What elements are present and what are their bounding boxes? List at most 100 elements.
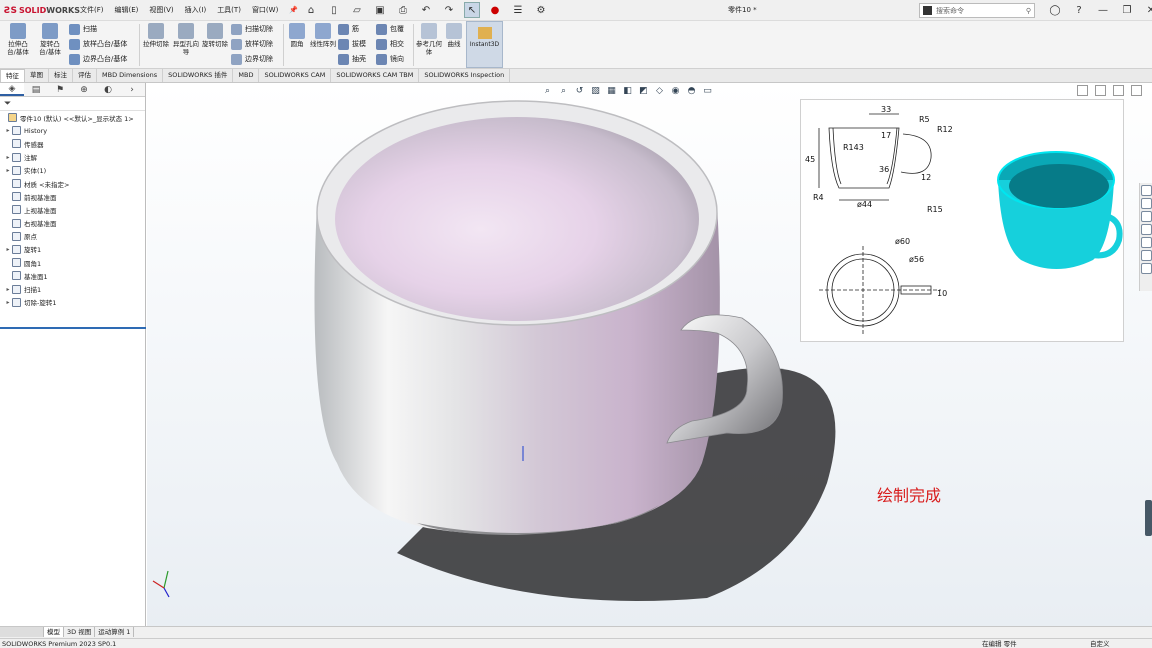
menu-view[interactable]: 视图(V) bbox=[149, 4, 173, 17]
tab-markup[interactable]: 标注 bbox=[49, 69, 73, 82]
instant3d-button[interactable]: Instant3D bbox=[466, 21, 503, 68]
redo-icon[interactable]: ↷ bbox=[441, 2, 457, 18]
tree-item-origin[interactable]: 原点 bbox=[0, 230, 145, 243]
linear-pattern-button[interactable]: 线性阵列 bbox=[309, 23, 337, 48]
extrude-cut-button[interactable]: 拉伸切除 bbox=[142, 23, 170, 48]
revolve-cut-icon bbox=[207, 23, 223, 39]
tree-item-sweep1[interactable]: ▸ 扫描1 bbox=[0, 282, 145, 295]
display-manager-tab-icon[interactable]: ◐ bbox=[96, 83, 120, 96]
tab-scroll-arrows[interactable] bbox=[0, 627, 44, 637]
menu-insert[interactable]: 插入(I) bbox=[185, 4, 207, 17]
undo-icon[interactable]: ↶ bbox=[418, 2, 434, 18]
print-icon[interactable]: ⎙ bbox=[395, 2, 411, 18]
panel-expand-icon[interactable]: › bbox=[120, 83, 144, 96]
tab-3d-views[interactable]: 3D 视图 bbox=[64, 627, 96, 637]
open-icon[interactable]: ▱ bbox=[349, 2, 365, 18]
boundary-cut-button[interactable]: 边界切除 bbox=[231, 52, 273, 66]
mirror-button[interactable]: 镜向 bbox=[376, 52, 404, 66]
task-pane-properties-icon[interactable] bbox=[1141, 263, 1152, 274]
fillet-button[interactable]: 圆角 bbox=[283, 23, 311, 48]
sweep-button[interactable]: 扫描 bbox=[69, 22, 97, 36]
boundary-boss-button[interactable]: 边界凸台/基体 bbox=[69, 52, 127, 66]
help-icon[interactable]: ? bbox=[1070, 3, 1088, 18]
intersect-button[interactable]: 相交 bbox=[376, 37, 404, 51]
save-icon[interactable]: ▣ bbox=[372, 2, 388, 18]
tab-sketch[interactable]: 草图 bbox=[25, 69, 49, 82]
tree-item-top-plane[interactable]: 上视基准面 bbox=[0, 203, 145, 216]
options-gear-icon[interactable]: ⚙ bbox=[533, 2, 549, 18]
revolve-cut-button[interactable]: 旋转切除 bbox=[201, 23, 229, 48]
tab-cam[interactable]: SOLIDWORKS CAM bbox=[259, 69, 332, 82]
tree-item-revolve1[interactable]: ▸ 旋转1 bbox=[0, 243, 145, 256]
property-manager-tab-icon[interactable]: ▤ bbox=[24, 83, 48, 96]
task-pane-library-icon[interactable] bbox=[1141, 211, 1152, 222]
extrude-boss-button[interactable]: 拉伸凸台/基体 bbox=[4, 23, 32, 56]
menu-edit[interactable]: 编辑(E) bbox=[115, 4, 139, 17]
tree-item-history[interactable]: ▸ History bbox=[0, 124, 145, 137]
menu-file[interactable]: 文件(F) bbox=[80, 4, 104, 17]
task-pane-resources-icon[interactable] bbox=[1141, 185, 1152, 196]
tree-item-front-plane[interactable]: 前视基准面 bbox=[0, 190, 145, 203]
task-pane-home-icon[interactable] bbox=[1141, 198, 1152, 209]
new-document-icon[interactable]: ▯ bbox=[326, 2, 342, 18]
menu-window[interactable]: 窗口(W) bbox=[252, 4, 278, 17]
task-pane-explorer-icon[interactable] bbox=[1141, 224, 1152, 235]
reference-geometry-button[interactable]: 参考几何体 bbox=[415, 23, 443, 56]
tree-root[interactable]: 零件10 (默认) <<默认>_显示状态 1> bbox=[0, 111, 145, 124]
panel-splitter[interactable] bbox=[0, 327, 146, 329]
configuration-tab-icon[interactable]: ⚑ bbox=[48, 83, 72, 96]
close-icon[interactable]: ✕ bbox=[1142, 3, 1152, 18]
search-icon[interactable]: ⚲ bbox=[1026, 7, 1031, 15]
units-selector[interactable]: 自定义 bbox=[1090, 639, 1110, 648]
hole-wizard-button[interactable]: 异型孔向导 bbox=[172, 23, 200, 56]
revolve-boss-button[interactable]: 旋转凸台/基体 bbox=[36, 23, 64, 56]
restore-icon[interactable]: ❐ bbox=[1118, 3, 1136, 18]
task-pane-view-palette-icon[interactable] bbox=[1141, 237, 1152, 248]
draft-button[interactable]: 拔模 bbox=[338, 37, 366, 51]
tab-features[interactable]: 特征 bbox=[0, 69, 25, 82]
tab-addins[interactable]: SOLIDWORKS 插件 bbox=[163, 69, 234, 82]
tree-item-material[interactable]: 材质 <未指定> bbox=[0, 177, 145, 190]
rib-button[interactable]: 筋 bbox=[338, 22, 359, 36]
graphics-area[interactable]: ⌕ ⌕ ↺ ▧ ▦ ◧ ◩ ◇ ◉ ◓ ▭ 33 R5 R12 17 R143 … bbox=[147, 83, 1152, 626]
tab-inspection[interactable]: SOLIDWORKS Inspection bbox=[419, 69, 511, 82]
wrap-button[interactable]: 包覆 bbox=[376, 22, 404, 36]
tree-item-sensors[interactable]: 传感器 bbox=[0, 137, 145, 150]
plane-icon bbox=[12, 271, 21, 281]
tree-item-cut-revolve1[interactable]: ▸ 切除-旋转1 bbox=[0, 296, 145, 309]
file-properties-icon[interactable]: ☰ bbox=[510, 2, 526, 18]
dim-r5: R5 bbox=[919, 115, 930, 124]
tab-cam-tbm[interactable]: SOLIDWORKS CAM TBM bbox=[331, 69, 420, 82]
curves-button[interactable]: 曲线 bbox=[440, 23, 468, 48]
tab-motion-study[interactable]: 运动算例 1 bbox=[95, 627, 135, 637]
rebuild-icon[interactable]: ● bbox=[487, 2, 503, 18]
tab-model[interactable]: 模型 bbox=[44, 627, 64, 637]
feature-tree-tab-icon[interactable]: ◈ bbox=[0, 83, 24, 96]
select-pointer-icon[interactable]: ↖ bbox=[464, 2, 480, 18]
tree-item-annotations[interactable]: ▸ 注解 bbox=[0, 151, 145, 164]
menu-tools[interactable]: 工具(T) bbox=[217, 4, 241, 17]
cup-interior bbox=[335, 117, 699, 321]
minimize-icon[interactable]: — bbox=[1094, 3, 1112, 18]
search-commands-input[interactable]: 搜索命令 ⚲ bbox=[919, 3, 1035, 18]
task-pane-appearances-icon[interactable] bbox=[1141, 250, 1152, 261]
loft-boss-button[interactable]: 放样凸台/基体 bbox=[69, 37, 127, 51]
tab-mbd-dimensions[interactable]: MBD Dimensions bbox=[97, 69, 164, 82]
dimxpert-tab-icon[interactable]: ⊕ bbox=[72, 83, 96, 96]
tab-mbd[interactable]: MBD bbox=[233, 69, 260, 82]
tree-item-solid-bodies[interactable]: ▸ 实体(1) bbox=[0, 164, 145, 177]
filter-icon[interactable]: ⏷ bbox=[0, 97, 145, 111]
tab-evaluate[interactable]: 评估 bbox=[73, 69, 97, 82]
sweep-cut-button[interactable]: 扫描切除 bbox=[231, 22, 273, 36]
shell-button[interactable]: 抽壳 bbox=[338, 52, 366, 66]
loft-cut-button[interactable]: 放样切除 bbox=[231, 37, 273, 51]
side-handle[interactable] bbox=[1145, 500, 1152, 536]
tree-item-fillet1[interactable]: 圆角1 bbox=[0, 256, 145, 269]
tree-item-plane1[interactable]: 基准面1 bbox=[0, 269, 145, 282]
document-title: 零件10 * bbox=[728, 6, 757, 14]
user-icon[interactable]: ◯ bbox=[1046, 3, 1064, 18]
home-icon[interactable]: ⌂ bbox=[303, 2, 319, 18]
tree-item-right-plane[interactable]: 右视基准面 bbox=[0, 217, 145, 230]
quick-access-toolbar: ⌂ ▯ ▱ ▣ ⎙ ↶ ↷ ↖ ● ☰ ⚙ bbox=[303, 2, 556, 18]
pin-icon[interactable]: 📌 bbox=[289, 4, 298, 17]
